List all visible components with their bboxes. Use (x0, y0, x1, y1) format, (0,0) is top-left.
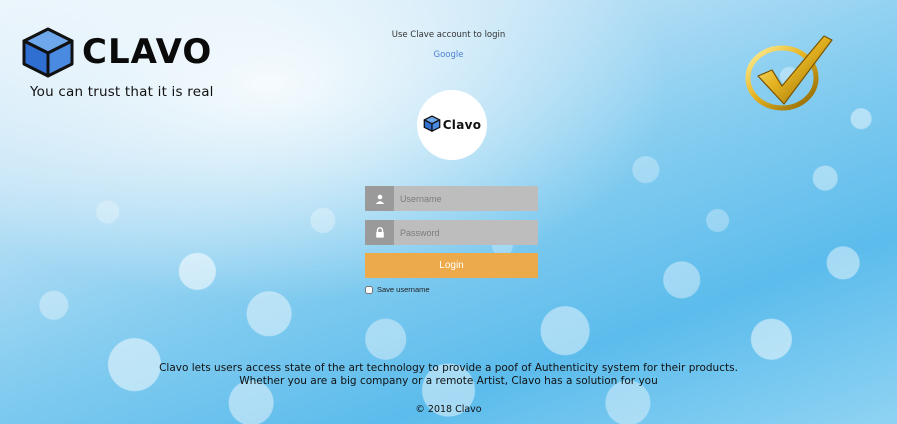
cube-icon (423, 114, 441, 136)
circle-logo: Clavo (417, 90, 487, 160)
copyright: © 2018 Clavo (415, 404, 482, 415)
brand-tagline: You can trust that it is real (30, 84, 214, 100)
login-button[interactable]: Login (365, 253, 538, 278)
circle-logo-text: Clavo (442, 118, 482, 132)
user-icon (365, 186, 394, 211)
username-input[interactable] (394, 186, 538, 211)
password-field (365, 220, 538, 245)
gold-checkmark-icon (742, 32, 834, 116)
save-username-checkbox[interactable] (365, 285, 373, 294)
save-username-label[interactable]: Save username (377, 285, 430, 294)
password-input[interactable] (394, 220, 538, 245)
save-username-row: Save username (365, 285, 538, 294)
footer-description-line1: Clavo lets users access state of the art… (159, 362, 738, 374)
login-form: Login Save username (365, 186, 538, 294)
footer-description: Clavo lets users access state of the art… (0, 362, 897, 388)
username-field (365, 186, 538, 211)
lock-icon (365, 220, 394, 245)
footer-description-line2: Whether you are a big company or a remot… (239, 375, 658, 387)
